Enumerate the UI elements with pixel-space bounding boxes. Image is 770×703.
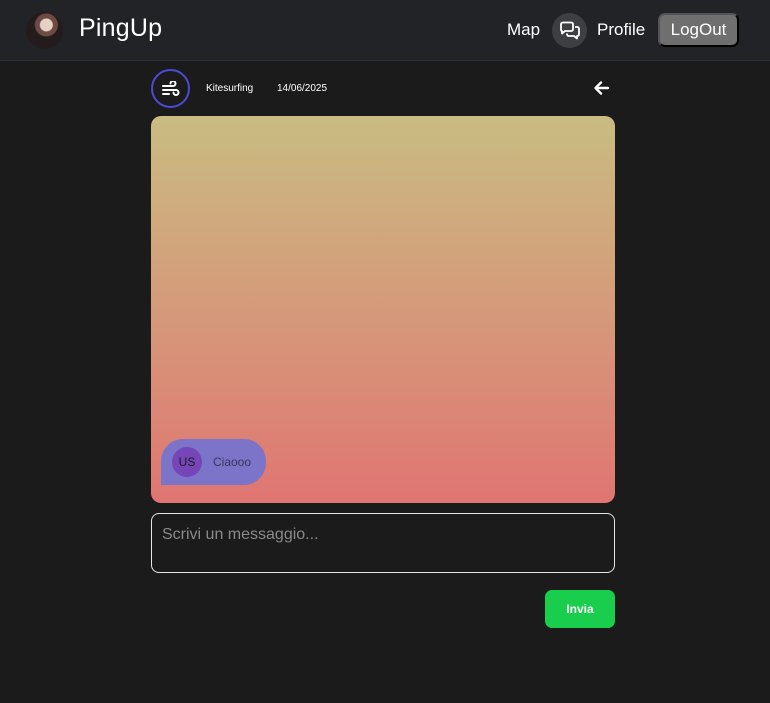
wind-icon [161,80,179,96]
nav-link-profile[interactable]: Profile [597,20,645,40]
arrow-left-icon [594,81,610,95]
message-avatar: US [172,447,202,477]
top-navbar: PingUp Map Profile LogOut [0,0,770,61]
send-button[interactable]: Invia [545,590,615,628]
chat-messages-area[interactable]: US Ciaooo [151,116,615,503]
message-input[interactable] [151,513,615,573]
chat-header: Kitesurfing 14/06/2025 [151,68,615,108]
activity-avatar [151,69,190,108]
chat-message: US Ciaooo [161,439,266,485]
chat-bubbles-icon [559,21,580,39]
chat-button[interactable] [552,13,587,48]
chat-date: 14/06/2025 [277,83,328,94]
back-button[interactable] [593,79,611,97]
message-text: Ciaooo [213,455,252,469]
logout-button[interactable]: LogOut [658,13,739,47]
user-avatar[interactable] [26,12,63,49]
nav-link-map[interactable]: Map [507,20,540,40]
activity-name: Kitesurfing [206,83,254,94]
brand-name[interactable]: PingUp [79,14,162,43]
